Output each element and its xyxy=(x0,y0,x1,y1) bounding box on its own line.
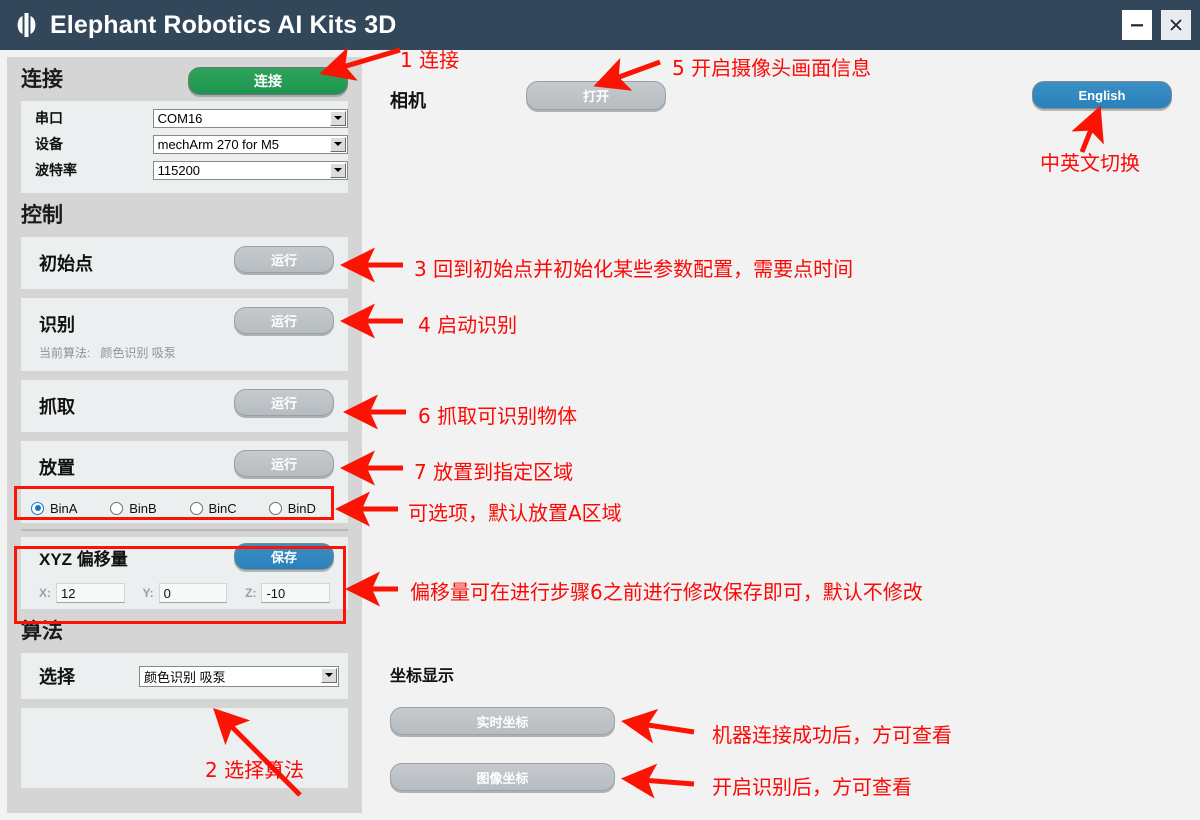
action-panel-home: 初始点 运行 xyxy=(21,237,348,289)
algorithm-select-value: 颜色识别 吸泵 xyxy=(144,669,226,685)
xyz-offset-panel: XYZ 偏移量 保存 X: 12 Y: 0 Z: -10 xyxy=(21,537,348,609)
y-input[interactable]: 0 xyxy=(158,583,228,603)
algorithm-select-label: 选择 xyxy=(39,667,75,687)
radio-bin-b[interactable]: BinB xyxy=(110,501,189,516)
serial-port-value: COM16 xyxy=(157,110,203,126)
annotation-6: 6 抓取可识别物体 xyxy=(418,404,578,428)
radio-label-bin-a: BinA xyxy=(50,500,78,516)
run-button-discern[interactable]: 运行 xyxy=(234,307,334,334)
annotation-1: 1 连接 xyxy=(400,48,460,72)
field-row-device: 设备 mechArm 270 for M5 xyxy=(21,133,348,155)
elephant-robotics-logo-icon xyxy=(17,13,36,37)
action-row-home: 初始点 运行 xyxy=(21,237,348,289)
x-input[interactable]: 12 xyxy=(56,583,125,603)
control-heading: 控制 xyxy=(21,204,63,227)
device-label: 设备 xyxy=(35,136,63,152)
title-bar: Elephant Robotics AI Kits 3D xyxy=(0,0,1200,50)
annotation-language: 中英文切换 xyxy=(1040,151,1140,175)
baudrate-select[interactable]: 115200 xyxy=(152,160,348,180)
action-panel-place: 放置 运行 BinA BinB BinC BinD xyxy=(21,441,348,523)
run-button-home[interactable]: 运行 xyxy=(234,246,334,273)
divider xyxy=(21,529,348,531)
realtime-coords-button[interactable]: 实时坐标 xyxy=(390,707,615,735)
field-row-baudrate: 波特率 115200 xyxy=(21,159,348,181)
camera-label: 相机 xyxy=(390,91,426,111)
action-row-discern: 识别 运行 xyxy=(21,298,348,350)
action-panel-grab: 抓取 运行 xyxy=(21,380,348,432)
action-label-home: 初始点 xyxy=(39,254,93,274)
y-label: Y: xyxy=(142,586,154,600)
minimize-button[interactable] xyxy=(1122,10,1152,40)
baudrate-value: 115200 xyxy=(157,162,201,178)
coords-heading: 坐标显示 xyxy=(390,668,455,685)
action-row-grab: 抓取 运行 xyxy=(21,380,348,432)
serial-port-select[interactable]: COM16 xyxy=(152,108,348,128)
annotation-3: 3 回到初始点并初始化某些参数配置，需要点时间 xyxy=(414,257,854,281)
annotation-image: 开启识别后，方可查看 xyxy=(712,775,912,799)
annotation-offset: 偏移量可在进行步骤6之前进行修改保存即可，默认不修改 xyxy=(410,580,923,604)
annotation-realtime: 机器连接成功后，方可查看 xyxy=(712,723,952,747)
xyz-offset-inputs: X: 12 Y: 0 Z: -10 xyxy=(21,577,348,609)
sidebar: 连接 连接 串口 COM16 设备 mechArm 270 for M5 波特率… xyxy=(7,57,362,813)
annotation-7: 7 放置到指定区域 xyxy=(414,460,574,484)
xyz-offset-heading: XYZ 偏移量 xyxy=(39,549,128,569)
chevron-down-icon[interactable] xyxy=(330,136,346,152)
field-row-serial-port: 串口 COM16 xyxy=(21,107,348,129)
baudrate-label: 波特率 xyxy=(35,162,77,178)
close-button[interactable] xyxy=(1161,10,1191,40)
chevron-down-icon[interactable] xyxy=(330,110,346,126)
close-icon xyxy=(1170,19,1182,31)
action-panel-discern: 识别 运行 当前算法: 颜色识别 吸泵 xyxy=(21,298,348,371)
annotation-5: 5 开启摄像头画面信息 xyxy=(672,56,872,80)
connect-button[interactable]: 连接 xyxy=(188,67,348,95)
action-label-place: 放置 xyxy=(39,458,75,478)
radio-bin-c[interactable]: BinC xyxy=(189,500,269,516)
radio-bin-a[interactable]: BinA xyxy=(31,501,110,516)
z-input[interactable]: -10 xyxy=(261,583,330,603)
serial-port-label: 串口 xyxy=(35,110,63,126)
radio-bin-d[interactable]: BinD xyxy=(268,500,348,516)
chevron-down-icon[interactable] xyxy=(321,667,337,683)
run-button-place[interactable]: 运行 xyxy=(234,450,334,477)
save-button[interactable]: 保存 xyxy=(234,543,334,570)
action-row-place: 放置 运行 xyxy=(21,441,348,493)
window-controls xyxy=(1122,0,1200,50)
radio-icon xyxy=(110,501,124,515)
algorithm-select[interactable]: 颜色识别 吸泵 xyxy=(139,665,339,687)
radio-label-bin-b: BinB xyxy=(129,500,157,516)
run-button-grab[interactable]: 运行 xyxy=(234,389,334,416)
algorithm-heading: 算法 xyxy=(21,620,63,643)
radio-label-bin-d: BinD xyxy=(287,500,316,516)
annotation-4: 4 启动识别 xyxy=(418,313,518,337)
x-label: X: xyxy=(39,586,51,600)
radio-icon-selected xyxy=(31,501,44,515)
annotation-2: 2 选择算法 xyxy=(205,758,305,782)
image-coords-button[interactable]: 图像坐标 xyxy=(390,763,615,791)
radio-icon xyxy=(268,501,282,515)
bin-radio-group: BinA BinB BinC BinD xyxy=(21,493,348,523)
language-toggle-button[interactable]: English xyxy=(1032,81,1172,109)
z-label: Z: xyxy=(245,586,257,600)
action-label-grab: 抓取 xyxy=(39,397,75,417)
connection-panel: 串口 COM16 设备 mechArm 270 for M5 波特率 11520… xyxy=(21,101,348,193)
chevron-down-icon[interactable] xyxy=(330,162,346,178)
device-select[interactable]: mechArm 270 for M5 xyxy=(152,134,348,154)
device-value: mechArm 270 for M5 xyxy=(157,136,279,152)
page-title: Elephant Robotics AI Kits 3D xyxy=(50,10,397,39)
radio-icon xyxy=(189,501,203,515)
action-label-discern: 识别 xyxy=(39,315,75,335)
radio-label-bin-c: BinC xyxy=(208,500,237,516)
annotation-bins: 可选项，默认放置A区域 xyxy=(408,501,622,525)
algorithm-panel: 选择 颜色识别 吸泵 xyxy=(21,653,348,699)
camera-open-button[interactable]: 打开 xyxy=(526,81,666,110)
minimize-icon xyxy=(1131,24,1143,27)
xyz-offset-header: XYZ 偏移量 保存 xyxy=(21,537,348,577)
algorithm-select-row: 选择 颜色识别 吸泵 xyxy=(21,653,348,699)
